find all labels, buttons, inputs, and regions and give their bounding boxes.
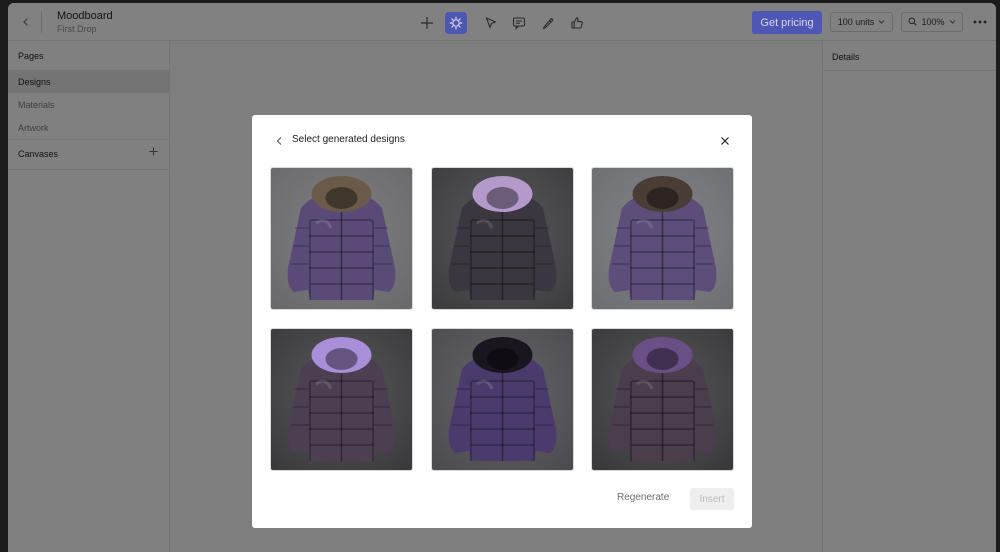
puffer-jacket-image bbox=[432, 329, 573, 470]
dialog-title: Select generated designs bbox=[292, 134, 405, 145]
top-toolbar: Moodboard First Drop Get pricing 100 uni… bbox=[8, 3, 996, 41]
zoom-value: 100% bbox=[921, 17, 945, 27]
design-thumbnail[interactable] bbox=[270, 328, 413, 471]
insert-button[interactable]: Insert bbox=[690, 488, 734, 510]
divider bbox=[8, 169, 169, 170]
back-icon[interactable] bbox=[18, 14, 34, 30]
search-icon bbox=[908, 17, 918, 28]
units-select[interactable]: 100 units bbox=[830, 12, 893, 32]
add-icon[interactable] bbox=[416, 12, 438, 34]
page-item-materials[interactable]: Materials bbox=[8, 93, 169, 116]
puffer-jacket-image bbox=[271, 329, 412, 470]
document-title[interactable]: Moodboard bbox=[57, 10, 113, 22]
generate-icon[interactable] bbox=[445, 12, 467, 34]
zoom-select[interactable]: 100% bbox=[901, 12, 963, 32]
puffer-jacket-image bbox=[592, 329, 733, 470]
page-item-artwork[interactable]: Artwork bbox=[8, 116, 169, 139]
puffer-jacket-image bbox=[432, 168, 573, 309]
more-options-icon[interactable] bbox=[971, 13, 989, 31]
design-thumbnail[interactable] bbox=[591, 328, 734, 471]
comment-icon[interactable] bbox=[508, 12, 530, 34]
select-designs-dialog: Select generated designs Regenerate Inse… bbox=[252, 115, 752, 528]
divider bbox=[8, 139, 169, 140]
thumbs-up-icon[interactable] bbox=[566, 12, 588, 34]
back-icon[interactable] bbox=[272, 134, 286, 148]
puffer-jacket-image bbox=[592, 168, 733, 309]
divider bbox=[41, 11, 42, 33]
pointer-icon[interactable] bbox=[480, 12, 502, 34]
right-panel: Details bbox=[822, 41, 996, 552]
design-thumbnail[interactable] bbox=[591, 167, 734, 310]
chevron-down-icon bbox=[949, 17, 956, 27]
document-subtitle: First Drop bbox=[57, 24, 97, 34]
page-item-designs[interactable]: Designs bbox=[8, 70, 169, 93]
add-canvas-icon[interactable] bbox=[149, 145, 158, 159]
puffer-jacket-image bbox=[271, 168, 412, 309]
design-thumbnail[interactable] bbox=[431, 328, 574, 471]
design-thumbnail[interactable] bbox=[431, 167, 574, 310]
pages-heading: Pages bbox=[18, 51, 44, 61]
details-heading: Details bbox=[832, 52, 860, 62]
get-pricing-button[interactable]: Get pricing bbox=[752, 11, 822, 34]
units-value: 100 units bbox=[837, 17, 875, 27]
regenerate-button[interactable]: Regenerate bbox=[617, 492, 669, 503]
left-panel: Pages Designs Materials Artwork Canvases bbox=[8, 41, 170, 552]
canvases-heading: Canvases bbox=[18, 149, 59, 159]
divider bbox=[823, 70, 996, 71]
close-icon[interactable] bbox=[718, 134, 732, 148]
design-thumbnail[interactable] bbox=[270, 167, 413, 310]
chevron-down-icon bbox=[878, 17, 885, 27]
pen-icon[interactable] bbox=[537, 12, 559, 34]
